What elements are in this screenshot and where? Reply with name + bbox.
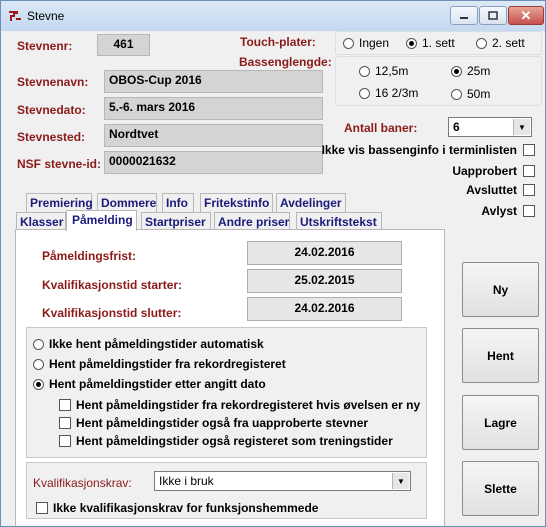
tab-avdelinger[interactable]: Avdelinger	[276, 193, 346, 212]
checkbox-icon	[523, 165, 535, 177]
dropdown-arrow-icon: ▼	[513, 119, 530, 135]
checkbox-icon	[59, 435, 71, 447]
basseng-option-25m[interactable]: 25m	[451, 64, 490, 78]
radio-selected-icon	[451, 65, 462, 77]
pameldingsfrist-label: Påmeldingsfrist:	[42, 249, 137, 263]
minimize-button[interactable]	[450, 6, 478, 25]
stevne-window: Stevne ✕ Stevnenr: 461 Touch-plater: Ing…	[0, 0, 546, 527]
nsf-stevne-id-label: NSF stevne-id:	[17, 157, 102, 171]
radio-icon	[451, 88, 462, 100]
stevnenavn-field[interactable]: OBOS-Cup 2016	[104, 70, 323, 93]
radio-icon	[359, 87, 370, 99]
radio-selected-icon	[406, 37, 417, 49]
checkbox-icon	[36, 502, 48, 514]
tab-fritekstinfo[interactable]: Fritekstinfo	[200, 193, 273, 212]
touch-option-ingen[interactable]: Ingen	[343, 36, 389, 50]
avlyst-checkbox[interactable]: Avlyst	[481, 204, 535, 218]
stevnenavn-label: Stevnenavn:	[17, 75, 89, 89]
ikke-vis-bassenginfo-checkbox[interactable]: Ikke vis bassenginfo i terminlisten	[322, 143, 535, 157]
stevnedato-field[interactable]: 5.-6. mars 2016	[104, 97, 323, 120]
maximize-button[interactable]	[479, 6, 507, 25]
touch-option-1-sett[interactable]: 1. sett	[406, 36, 455, 50]
hent-hvis-ny-checkbox[interactable]: Hent påmeldingstider fra rekordregistere…	[59, 398, 420, 412]
radio-icon	[33, 338, 44, 350]
lagre-button[interactable]: Lagre	[462, 395, 539, 450]
checkbox-icon	[59, 399, 71, 411]
basseng-option-16-2-3m[interactable]: 16 2/3m	[359, 86, 418, 100]
touch-option-2-sett[interactable]: 2. sett	[476, 36, 525, 50]
slette-button[interactable]: Slette	[462, 461, 539, 516]
funksjonshemmede-checkbox[interactable]: Ikke kvalifikasjonskrav for funksjonshem…	[36, 501, 318, 515]
stevnested-label: Stevnested:	[17, 130, 86, 144]
hent-fra-rekordregister-radio[interactable]: Hent påmeldingstider fra rekordregistere…	[33, 357, 286, 371]
stevnedato-label: Stevnedato:	[17, 103, 86, 117]
stevnested-field[interactable]: Nordtvet	[104, 124, 323, 147]
title-bar[interactable]: Stevne ✕	[1, 1, 545, 31]
close-icon: ✕	[520, 7, 532, 23]
antall-baner-label: Antall baner:	[344, 121, 418, 135]
kval-slutter-field[interactable]: 24.02.2016	[247, 297, 402, 321]
close-button[interactable]: ✕	[508, 6, 544, 25]
radio-icon	[359, 65, 370, 77]
hent-etter-dato-radio[interactable]: Hent påmeldingstider etter angitt dato	[33, 377, 266, 391]
kval-slutter-label: Kvalifikasjonstid slutter:	[42, 306, 182, 320]
radio-icon	[343, 37, 354, 49]
basseng-option-50m[interactable]: 50m	[451, 87, 490, 101]
kvalkrav-label: Kvalifikasjonskrav:	[33, 476, 132, 490]
hent-button[interactable]: Hent	[462, 328, 539, 383]
antall-baner-select[interactable]: 6 ▼	[448, 117, 532, 137]
checkbox-icon	[523, 205, 535, 217]
maximize-icon	[488, 11, 498, 20]
checkbox-icon	[523, 144, 535, 156]
radio-icon	[33, 358, 44, 370]
checkbox-icon	[523, 184, 535, 196]
tab-pamelding[interactable]: Påmelding	[66, 210, 137, 231]
hent-treningstider-checkbox[interactable]: Hent påmeldingstider også registeret som…	[59, 434, 393, 448]
stevnenr-field[interactable]: 461	[97, 34, 150, 56]
minimize-icon	[460, 16, 468, 19]
radio-selected-icon	[33, 378, 44, 390]
nsf-stevne-id-field[interactable]: 0000021632	[104, 151, 323, 174]
kval-starter-label: Kvalifikasjonstid starter:	[42, 278, 183, 292]
app-icon	[9, 11, 21, 21]
uapprobert-checkbox[interactable]: Uapprobert	[452, 164, 535, 178]
dropdown-arrow-icon: ▼	[392, 473, 409, 489]
ny-button[interactable]: Ny	[462, 262, 539, 317]
stevnenr-label: Stevnenr:	[17, 39, 73, 53]
window-title: Stevne	[27, 9, 65, 23]
avsluttet-checkbox[interactable]: Avsluttet	[466, 183, 535, 197]
kval-starter-field[interactable]: 25.02.2015	[247, 269, 402, 293]
checkbox-icon	[59, 417, 71, 429]
hent-uapproberte-checkbox[interactable]: Hent påmeldingstider også fra uapprobert…	[59, 416, 368, 430]
pameldingsfrist-field[interactable]: 24.02.2016	[247, 241, 402, 265]
bassenglengde-label: Bassenglengde:	[239, 55, 332, 69]
touch-plater-label: Touch-plater:	[240, 35, 316, 49]
tab-info[interactable]: Info	[162, 193, 194, 212]
basseng-option-12-5m[interactable]: 12,5m	[359, 64, 408, 78]
radio-icon	[476, 37, 487, 49]
kvalkrav-select[interactable]: Ikke i bruk ▼	[154, 471, 411, 491]
ikke-hent-radio[interactable]: Ikke hent påmeldingstider automatisk	[33, 337, 264, 351]
